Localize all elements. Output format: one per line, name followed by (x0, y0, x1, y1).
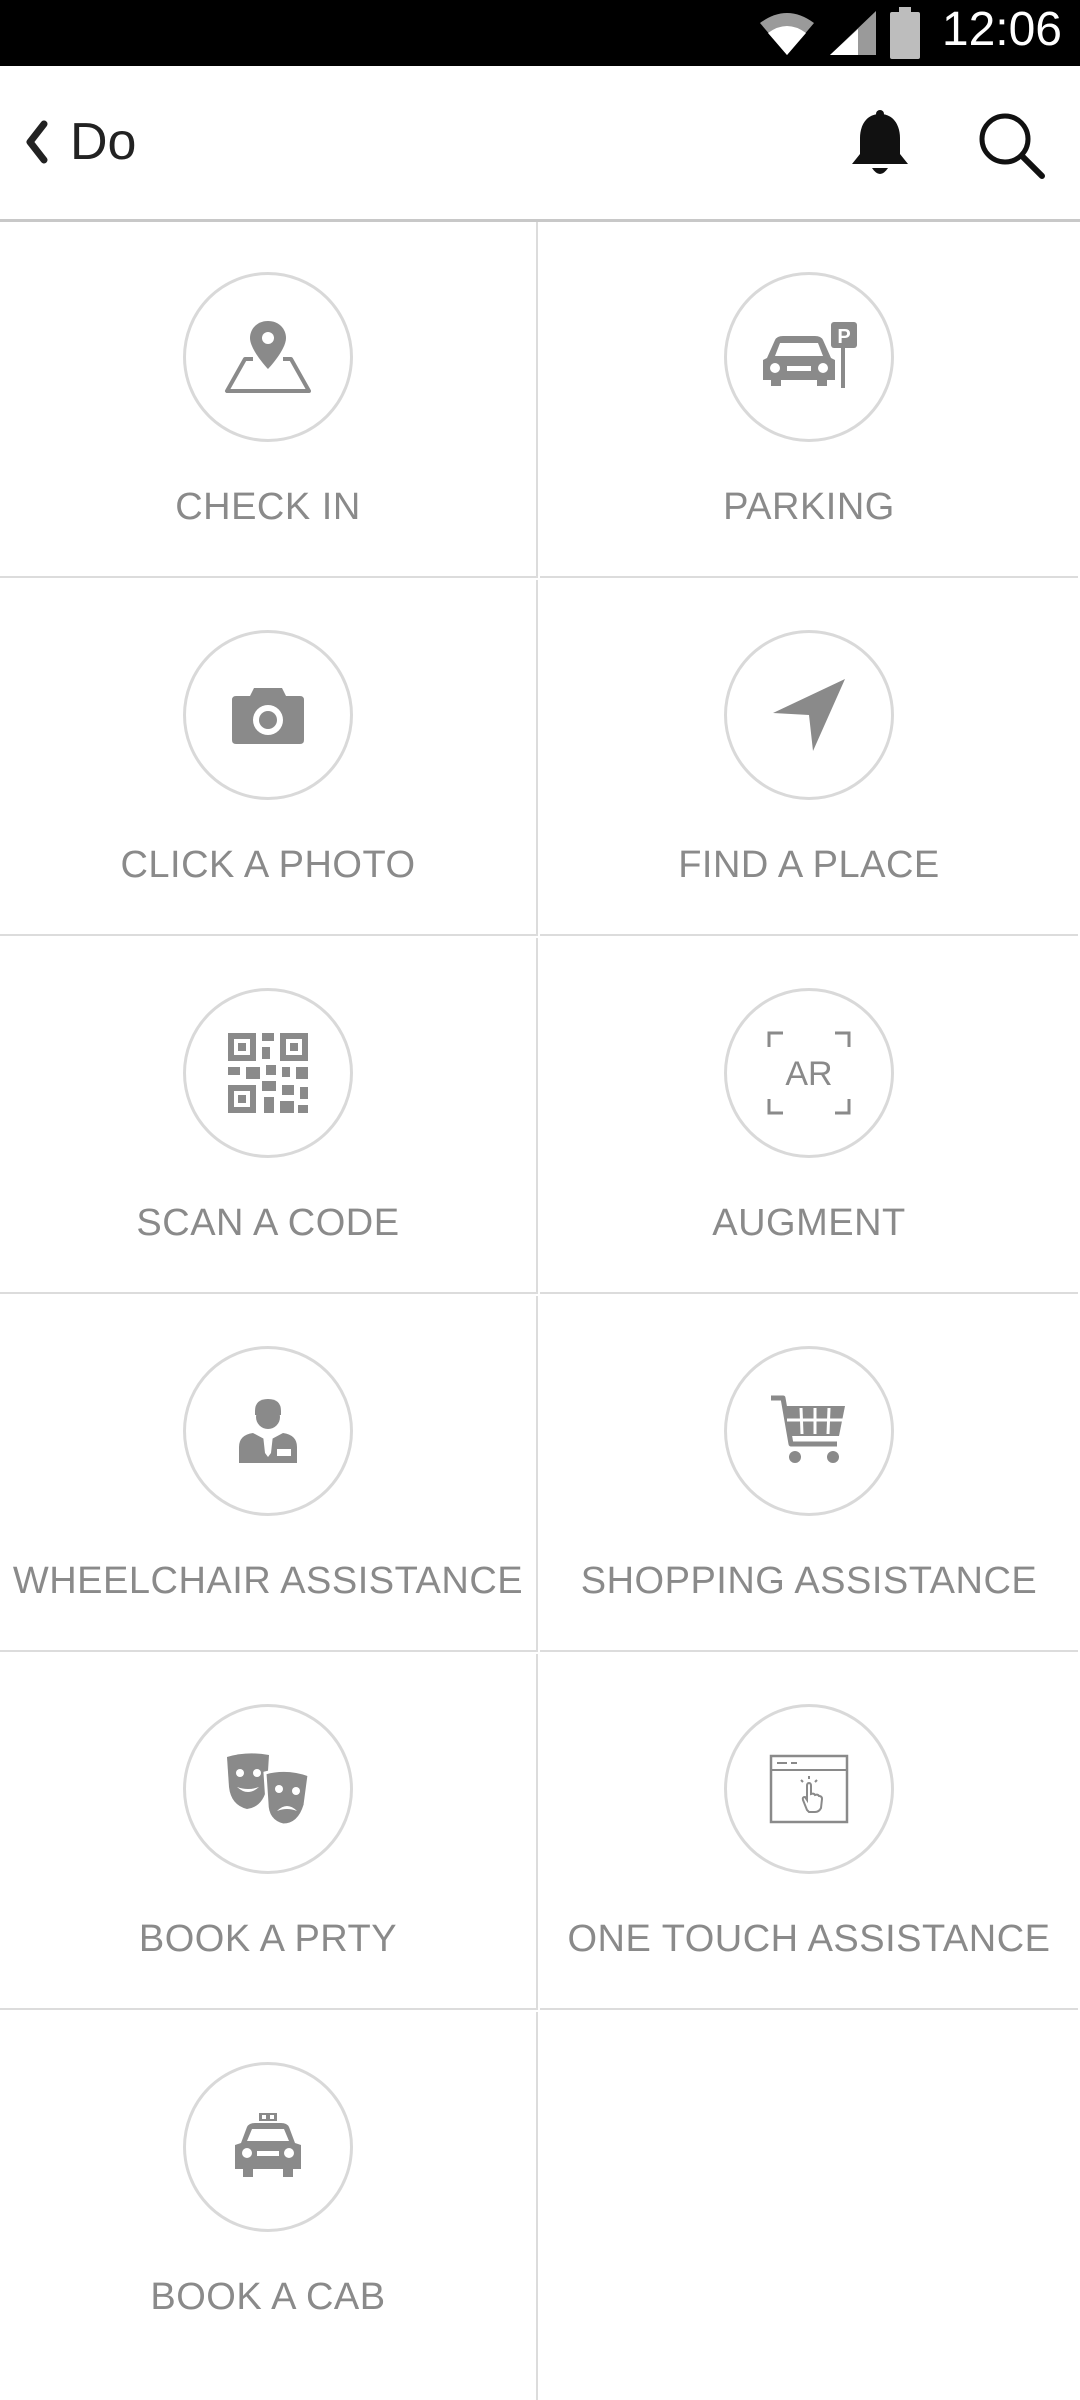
status-icons (758, 6, 920, 60)
tile-one-touch-assistance[interactable]: ONE TOUCH ASSISTANCE (540, 1654, 1078, 2010)
taxi-icon (235, 2113, 301, 2177)
svg-text:P: P (837, 326, 850, 348)
tile-label: FIND A PLACE (678, 844, 940, 886)
action-grid: CHECK IN P PARKING CLICK A PHOTO FIND A … (0, 222, 1080, 2400)
tile-find-a-place[interactable]: FIND A PLACE (540, 580, 1078, 936)
touch-window-icon (769, 1754, 849, 1824)
icon-circle (183, 1704, 353, 1874)
wifi-icon (760, 13, 814, 55)
tile-book-a-prty[interactable]: BOOK A PRTY (0, 1654, 538, 2010)
qr-code-icon (228, 1033, 308, 1113)
page-title: Do (70, 113, 137, 171)
ar-icon: AR (767, 1031, 851, 1115)
battery-icon (890, 7, 920, 59)
icon-circle (183, 988, 353, 1158)
tile-parking[interactable]: P PARKING (540, 222, 1078, 578)
theater-masks-icon (227, 1753, 311, 1827)
search-button[interactable] (976, 110, 1046, 180)
car-parking-icon: P (763, 322, 857, 388)
tile-click-a-photo[interactable]: CLICK A PHOTO (0, 580, 538, 936)
tile-augment[interactable]: AR AUGMENT (540, 938, 1078, 1294)
tile-shopping-assistance[interactable]: SHOPPING ASSISTANCE (540, 1296, 1078, 1652)
map-pin-icon (225, 321, 311, 393)
tile-label: CLICK A PHOTO (120, 844, 416, 886)
tile-wheelchair-assistance[interactable]: WHEELCHAIR ASSISTANCE (0, 1296, 538, 1652)
tile-label: PARKING (723, 486, 895, 528)
navigation-arrow-icon (773, 679, 845, 751)
tile-label: SHOPPING ASSISTANCE (580, 1560, 1038, 1602)
chevron-left-icon (26, 120, 48, 164)
icon-circle (183, 630, 353, 800)
icon-circle: AR (724, 988, 894, 1158)
tile-label: ONE TOUCH ASSISTANCE (567, 1918, 1051, 1960)
tile-book-a-cab[interactable]: BOOK A CAB (0, 2012, 538, 2400)
app-bar: Do (0, 66, 1080, 222)
tile-scan-a-code[interactable]: SCAN A CODE (0, 938, 538, 1294)
icon-circle (183, 2062, 353, 2232)
tile-label: BOOK A PRTY (138, 1918, 398, 1960)
back-button[interactable] (14, 114, 58, 170)
empty-cell (540, 2012, 1080, 2400)
shopping-cart-icon (771, 1395, 845, 1463)
ar-icon-text: AR (785, 1055, 832, 1093)
status-bar: 12:06 (0, 0, 1080, 66)
tile-label: AUGMENT (712, 1202, 906, 1244)
icon-circle: P (724, 272, 894, 442)
search-icon (979, 113, 1045, 179)
signal-icon (830, 11, 876, 55)
tile-check-in[interactable]: CHECK IN (0, 222, 538, 578)
icon-circle (724, 1704, 894, 1874)
icon-circle (724, 630, 894, 800)
tile-label: BOOK A CAB (150, 2276, 386, 2318)
status-time: 12:06 (941, 3, 1062, 56)
camera-icon (232, 688, 304, 744)
tile-label: SCAN A CODE (136, 1202, 400, 1244)
bell-icon (852, 110, 908, 174)
tile-label: CHECK IN (175, 486, 361, 528)
tile-label: WHEELCHAIR ASSISTANCE (12, 1560, 524, 1602)
icon-circle (183, 272, 353, 442)
icon-circle (724, 1346, 894, 1516)
notifications-button[interactable] (848, 110, 912, 180)
icon-circle (183, 1346, 353, 1516)
attendant-icon (239, 1399, 297, 1463)
